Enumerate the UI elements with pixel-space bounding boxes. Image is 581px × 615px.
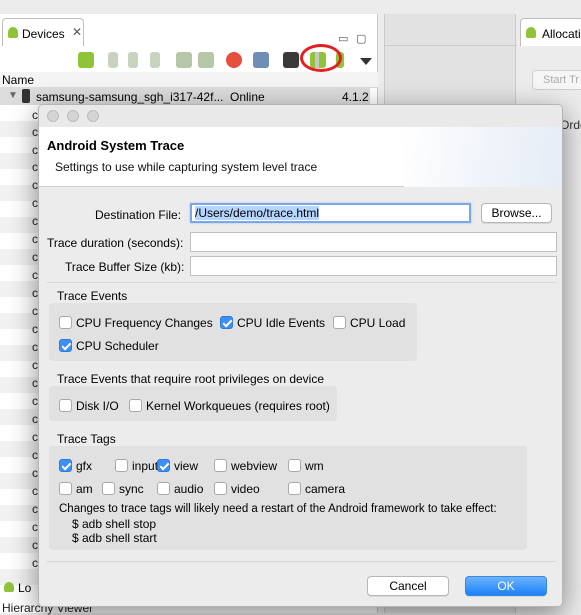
- tab-allocation-tracker[interactable]: Allocatio: [520, 18, 581, 46]
- trace-events-label: Trace Events: [57, 289, 128, 303]
- tab-allocation-label: Allocatio: [542, 27, 581, 41]
- ok-button[interactable]: OK: [465, 576, 547, 596]
- checkbox-box: [102, 482, 115, 495]
- restart-note: Changes to trace tags will likely need a…: [59, 503, 497, 515]
- tab-devices[interactable]: Devices ✕: [2, 18, 84, 46]
- checkbox-label: wm: [305, 459, 324, 473]
- checkbox-label: gfx: [76, 459, 93, 473]
- browse-button[interactable]: Browse...: [481, 203, 552, 223]
- minimize-icon[interactable]: ▭: [338, 32, 348, 45]
- divider: [47, 561, 556, 562]
- checkbox-label: CPU Load: [350, 316, 406, 330]
- cancel-button[interactable]: Cancel: [367, 576, 449, 596]
- checkbox-label: am: [76, 482, 93, 496]
- trace-tags-label: Trace Tags: [57, 432, 116, 446]
- dump-view-hierarchy-icon[interactable]: [283, 52, 299, 68]
- close-icon[interactable]: ✕: [72, 25, 82, 39]
- method-profiling-icon[interactable]: [198, 52, 214, 68]
- expand-triangle-icon[interactable]: ▼: [8, 90, 18, 101]
- checkbox-box: [157, 459, 170, 472]
- screen-capture-icon[interactable]: [253, 52, 269, 68]
- device-row[interactable]: ▼ samsung-samsung_sgh_i317-42f... Online…: [0, 87, 370, 105]
- checkbox-box: [214, 482, 227, 495]
- tab-logcat-label: Lo: [18, 581, 32, 595]
- checkbox-label: CPU Scheduler: [76, 339, 159, 353]
- phone-icon: [22, 89, 30, 103]
- divider: [47, 282, 556, 283]
- checkbox-label: CPU Idle Events: [237, 316, 326, 330]
- update-heap-icon[interactable]: [108, 52, 118, 68]
- destination-file-input[interactable]: /Users/demo/trace.html: [190, 203, 471, 223]
- checkbox-label: video: [231, 482, 260, 496]
- device-version: 4.1.2: [342, 90, 369, 104]
- dialog-title: Android System Trace: [47, 138, 185, 153]
- minimize-window-button[interactable]: [67, 110, 79, 122]
- checkbox-box: [220, 316, 233, 329]
- checkbox-label: camera: [305, 482, 346, 496]
- checkbox-box: [157, 482, 170, 495]
- header-banner: [404, 127, 562, 187]
- checkbox-label: sync: [119, 482, 144, 496]
- checkbox-box: [115, 459, 128, 472]
- annotation-circle: [300, 44, 342, 72]
- checkbox-label: CPU Frequency Changes: [76, 316, 213, 330]
- update-threads-icon[interactable]: [176, 52, 192, 68]
- trace-duration-label: Trace duration (seconds):: [47, 236, 184, 250]
- android-icon: [4, 582, 14, 592]
- middle-panel-header: [385, 18, 517, 46]
- checkbox-label: Disk I/O: [76, 399, 119, 413]
- maximize-icon[interactable]: ▢: [356, 32, 366, 45]
- root-events-label: Trace Events that require root privilege…: [57, 372, 325, 386]
- stop-icon[interactable]: [226, 52, 242, 68]
- close-window-button[interactable]: [47, 110, 59, 122]
- checkbox-box: [333, 316, 346, 329]
- column-name: Name: [2, 73, 35, 87]
- dialog-subtitle: Settings to use while capturing system l…: [55, 160, 318, 174]
- adb-start-command: $ adb shell start: [72, 531, 157, 545]
- order-label: Orde: [560, 118, 581, 132]
- dialog-titlebar: [39, 105, 562, 127]
- checkbox-label: Kernel Workqueues (requires root): [146, 399, 330, 413]
- device-name: samsung-samsung_sgh_i317-42f...: [36, 90, 224, 104]
- trace-duration-input[interactable]: [190, 232, 557, 252]
- checkbox-box: [59, 339, 72, 352]
- device-status: Online: [230, 90, 265, 104]
- dialog-header: Android System Trace Settings to use whi…: [39, 127, 562, 187]
- checkbox-box: [59, 316, 72, 329]
- checkbox-box: [59, 459, 72, 472]
- view-menu-icon[interactable]: [360, 58, 372, 65]
- android-icon: [8, 27, 18, 38]
- checkbox-box: [288, 482, 301, 495]
- destination-label: Destination File:: [95, 208, 182, 222]
- checkbox-box: [59, 482, 72, 495]
- checkbox-label: audio: [174, 482, 204, 496]
- checkbox-label: webview: [231, 459, 278, 473]
- gc-icon[interactable]: [150, 52, 160, 68]
- trace-buffer-label: Trace Buffer Size (kb):: [65, 260, 185, 274]
- checkbox-label: view: [174, 459, 199, 473]
- checkbox-box: [59, 399, 72, 412]
- adb-stop-command: $ adb shell stop: [72, 517, 157, 531]
- dump-hprof-icon[interactable]: [128, 52, 138, 68]
- checkbox-box: [214, 459, 227, 472]
- android-system-trace-dialog: Android System Trace Settings to use whi…: [38, 104, 563, 607]
- start-tracking-button[interactable]: Start Tr: [532, 70, 581, 90]
- trace-buffer-input[interactable]: [190, 256, 557, 276]
- column-header: Name: [0, 72, 378, 88]
- checkbox-box: [129, 399, 142, 412]
- tab-devices-label: Devices: [22, 27, 65, 41]
- zoom-window-button[interactable]: [87, 110, 99, 122]
- debug-icon[interactable]: [78, 52, 94, 68]
- checkbox-label: input: [132, 459, 159, 473]
- checkbox-box: [288, 459, 301, 472]
- destination-file-value: /Users/demo/trace.html: [195, 206, 320, 220]
- android-icon: [526, 27, 536, 38]
